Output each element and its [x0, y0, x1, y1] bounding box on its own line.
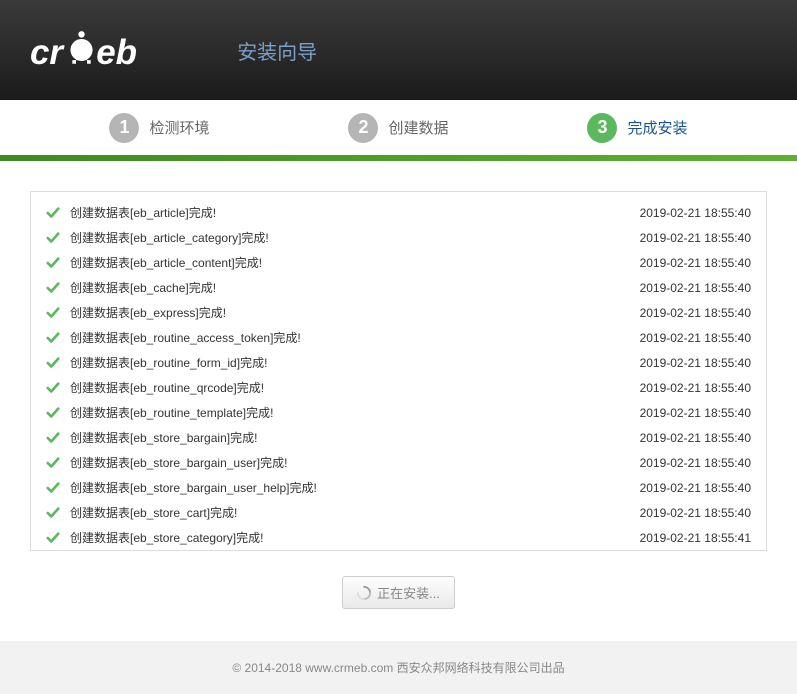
check-icon [46, 506, 60, 520]
step-number: 2 [348, 113, 378, 143]
header: cr eb 安装向导 [0, 0, 797, 100]
log-message: 创建数据表[eb_article_category]完成! [70, 229, 640, 246]
step-number: 1 [109, 113, 139, 143]
step-label: 完成安装 [627, 117, 687, 138]
log-row: 创建数据表[eb_store_category]完成!2019-02-21 18… [46, 525, 751, 550]
log-row: 创建数据表[eb_routine_form_id]完成!2019-02-21 1… [46, 350, 751, 375]
log-message: 创建数据表[eb_routine_qrcode]完成! [70, 379, 640, 396]
logo: cr eb [30, 27, 177, 73]
step-create-data: 2 创建数据 [348, 113, 448, 143]
installing-button[interactable]: 正在安装... [342, 576, 455, 609]
log-timestamp: 2019-02-21 18:55:40 [640, 206, 751, 220]
log-row: 创建数据表[eb_store_bargain]完成!2019-02-21 18:… [46, 425, 751, 450]
log-row: 创建数据表[eb_store_bargain_user_help]完成!2019… [46, 475, 751, 500]
log-timestamp: 2019-02-21 18:55:40 [640, 381, 751, 395]
svg-text:eb: eb [96, 33, 137, 72]
log-message: 创建数据表[eb_store_bargain_user_help]完成! [70, 479, 640, 496]
check-icon [46, 206, 60, 220]
log-message: 创建数据表[eb_store_cart]完成! [70, 504, 640, 521]
check-icon [46, 456, 60, 470]
check-icon [46, 481, 60, 495]
step-check-env: 1 检测环境 [109, 113, 209, 143]
check-icon [46, 531, 60, 545]
button-row: 正在安装... [30, 576, 767, 609]
check-icon [46, 306, 60, 320]
check-icon [46, 356, 60, 370]
log-timestamp: 2019-02-21 18:55:40 [640, 406, 751, 420]
log-row: 创建数据表[eb_article_category]完成!2019-02-21 … [46, 225, 751, 250]
log-row: 创建数据表[eb_routine_qrcode]完成!2019-02-21 18… [46, 375, 751, 400]
log-message: 创建数据表[eb_article_content]完成! [70, 254, 640, 271]
log-row: 创建数据表[eb_store_cart]完成!2019-02-21 18:55:… [46, 500, 751, 525]
check-icon [46, 381, 60, 395]
log-timestamp: 2019-02-21 18:55:40 [640, 506, 751, 520]
check-icon [46, 331, 60, 345]
log-timestamp: 2019-02-21 18:55:40 [640, 256, 751, 270]
log-timestamp: 2019-02-21 18:55:41 [640, 531, 751, 545]
step-finish-install: 3 完成安装 [587, 113, 687, 143]
check-icon [46, 281, 60, 295]
log-timestamp: 2019-02-21 18:55:40 [640, 231, 751, 245]
footer: © 2014-2018 www.crmeb.com 西安众邦网络科技有限公司出品 [0, 641, 797, 694]
footer-suffix: 西安众邦网络科技有限公司出品 [393, 661, 564, 675]
log-message: 创建数据表[eb_routine_access_token]完成! [70, 329, 640, 346]
log-row: 创建数据表[eb_article_content]完成!2019-02-21 1… [46, 250, 751, 275]
step-label: 检测环境 [149, 117, 209, 138]
install-log[interactable]: 创建数据表[eb_article]完成!2019-02-21 18:55:40创… [30, 191, 767, 551]
log-timestamp: 2019-02-21 18:55:40 [640, 456, 751, 470]
log-timestamp: 2019-02-21 18:55:40 [640, 281, 751, 295]
log-message: 创建数据表[eb_store_category]完成! [70, 529, 640, 546]
log-timestamp: 2019-02-21 18:55:40 [640, 356, 751, 370]
steps-bar: 1 检测环境 2 创建数据 3 完成安装 [0, 100, 797, 155]
step-number: 3 [587, 113, 617, 143]
log-row: 创建数据表[eb_cache]完成!2019-02-21 18:55:40 [46, 275, 751, 300]
log-message: 创建数据表[eb_cache]完成! [70, 279, 640, 296]
log-row: 创建数据表[eb_routine_template]完成!2019-02-21 … [46, 400, 751, 425]
log-row: 创建数据表[eb_store_bargain_user]完成!2019-02-2… [46, 450, 751, 475]
log-row: 创建数据表[eb_express]完成!2019-02-21 18:55:40 [46, 300, 751, 325]
log-timestamp: 2019-02-21 18:55:40 [640, 306, 751, 320]
check-icon [46, 406, 60, 420]
log-row: 创建数据表[eb_routine_access_token]完成!2019-02… [46, 325, 751, 350]
log-row: 创建数据表[eb_article]完成!2019-02-21 18:55:40 [46, 200, 751, 225]
logo-icon: cr eb [30, 27, 177, 73]
log-timestamp: 2019-02-21 18:55:40 [640, 331, 751, 345]
spinner-icon [357, 586, 371, 600]
step-label: 创建数据 [388, 117, 448, 138]
check-icon [46, 231, 60, 245]
log-message: 创建数据表[eb_express]完成! [70, 304, 640, 321]
check-icon [46, 256, 60, 270]
log-timestamp: 2019-02-21 18:55:40 [640, 431, 751, 445]
installing-label: 正在安装... [377, 583, 440, 602]
footer-copyright: © 2014-2018 [232, 661, 305, 675]
log-message: 创建数据表[eb_article]完成! [70, 204, 640, 221]
log-message: 创建数据表[eb_store_bargain_user]完成! [70, 454, 640, 471]
footer-link[interactable]: www.crmeb.com [305, 661, 393, 675]
log-message: 创建数据表[eb_store_bargain]完成! [70, 429, 640, 446]
log-message: 创建数据表[eb_routine_template]完成! [70, 404, 640, 421]
log-message: 创建数据表[eb_routine_form_id]完成! [70, 354, 640, 371]
header-title: 安装向导 [237, 36, 317, 65]
log-row: 创建数据表[eb_store_combination]完成!2019-02-21… [46, 550, 751, 551]
svg-text:cr: cr [30, 33, 65, 72]
log-timestamp: 2019-02-21 18:55:40 [640, 481, 751, 495]
content-panel: 创建数据表[eb_article]完成!2019-02-21 18:55:40创… [0, 161, 797, 641]
check-icon [46, 431, 60, 445]
